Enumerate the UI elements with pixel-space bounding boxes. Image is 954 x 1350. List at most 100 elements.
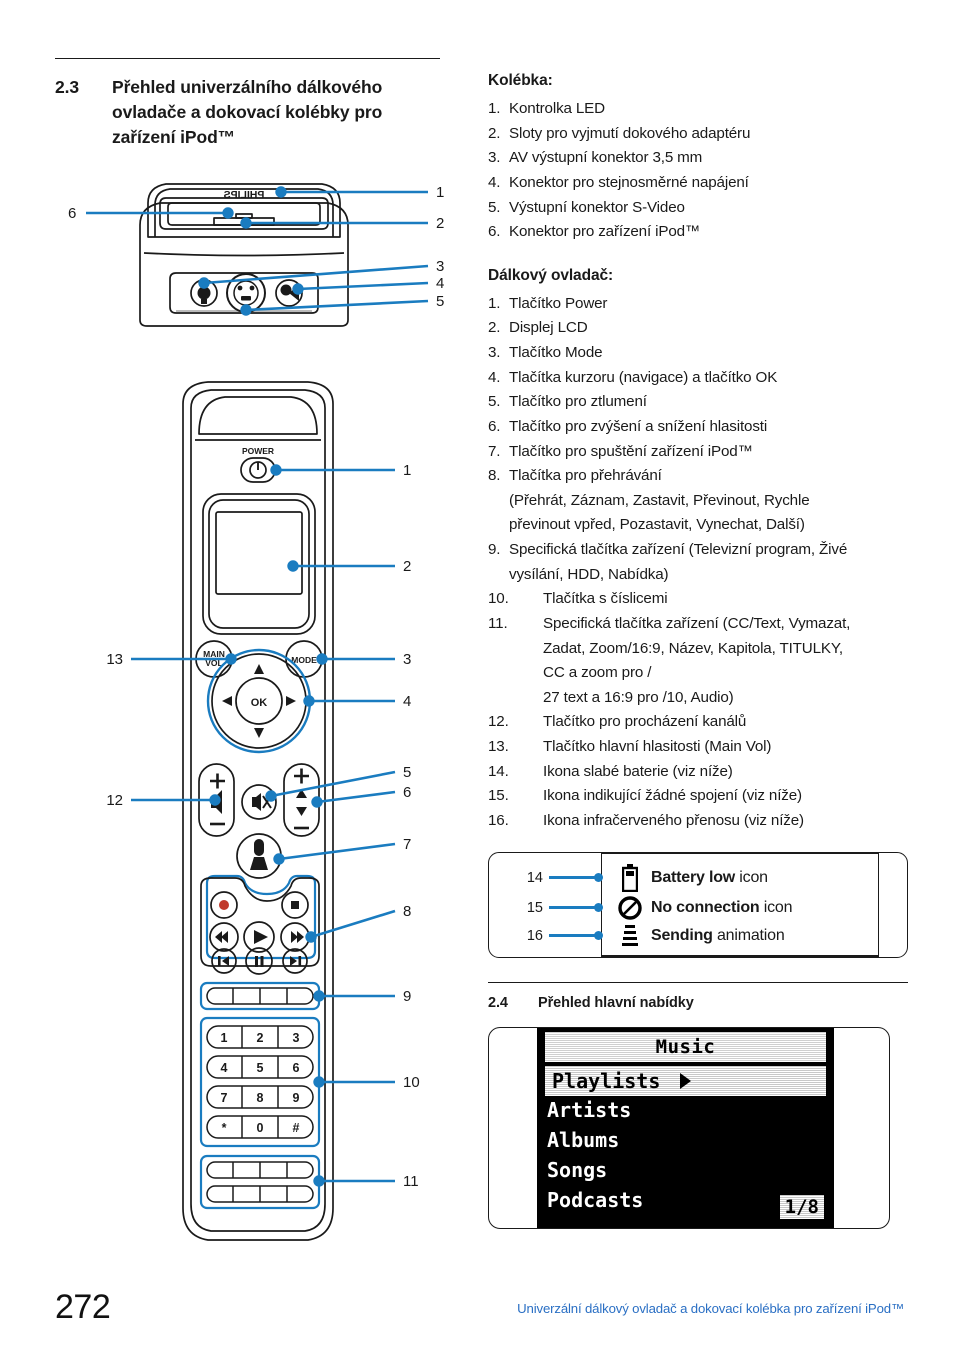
legend-label-rest: animation	[712, 926, 785, 944]
list-item: 11. Specifická tlačítka zařízení (CC/Tex…	[488, 612, 908, 711]
item-text: Sloty pro vyjmutí dokového adaptéru	[509, 124, 751, 142]
item-index: 15.	[488, 787, 509, 805]
key-7[interactable]: 7	[221, 1091, 228, 1105]
item-text: Tlačítko hlavní hlasitosti (Main Vol)	[543, 738, 772, 755]
dock-diagram: PHILIPS 1 2 3 4 5 6	[48, 165, 468, 330]
legend-leader-dot	[594, 903, 603, 912]
ipod-menu-item[interactable]: Songs	[547, 1158, 607, 1182]
remote-callout-10: 10	[403, 1074, 420, 1091]
list-item: 15. Ikona indikující žádné spojení (viz …	[488, 784, 908, 809]
item-index: 4.	[488, 368, 501, 386]
dock-callout-6: 6	[68, 205, 76, 222]
section-2-3-heading: 2.3 Přehled univerzálního dálkového ovla…	[55, 75, 440, 150]
power-label: POWER	[242, 446, 274, 456]
item-index: 10.	[488, 590, 509, 608]
key-8[interactable]: 8	[257, 1091, 264, 1105]
ipod-menu-selected-item[interactable]: Playlists	[545, 1065, 826, 1096]
remote-callout-6: 6	[403, 784, 411, 801]
list-item: 1. Kontrolka LED	[488, 97, 908, 122]
numeric-keypad[interactable]: 1 2 3 4 5 6 7 8 9 * 0 #	[199, 1016, 321, 1148]
key-5[interactable]: 5	[257, 1061, 264, 1075]
item-index: 13.	[488, 738, 509, 755]
no-connection-icon	[609, 895, 651, 921]
section-2-4-number: 2.4	[488, 994, 508, 1011]
ipod-menu-item[interactable]: Podcasts	[547, 1188, 643, 1212]
nav-up-icon	[254, 664, 264, 674]
legend-leader-dot	[594, 873, 603, 882]
sending-icon	[609, 923, 651, 949]
list-item: 3. AV výstupní konektor 3,5 mm	[488, 146, 908, 171]
item-index: 11.	[488, 614, 508, 632]
item-index: 4.	[488, 173, 501, 191]
ipod-menu-item[interactable]: Artists	[547, 1098, 631, 1122]
dock-list: 1. Kontrolka LED 2. Sloty pro vyjmutí do…	[488, 97, 908, 245]
key-1[interactable]: 1	[221, 1031, 228, 1045]
right-column: Kolébka: 1. Kontrolka LED 2. Sloty pro v…	[488, 72, 908, 1229]
power-button[interactable]	[240, 457, 276, 483]
battery-low-icon	[609, 863, 651, 892]
key-3[interactable]: 3	[293, 1031, 300, 1045]
key-4[interactable]: 4	[221, 1061, 228, 1075]
item-text: Ikona infračerveného přenosu (viz níže)	[543, 811, 804, 829]
item-text: Konektor pro zařízení iPod™	[509, 223, 700, 241]
list-item: 1. Tlačítko Power	[488, 292, 908, 317]
key-6[interactable]: 6	[293, 1061, 300, 1075]
list-item: 6. Konektor pro zařízení iPod™	[488, 220, 908, 245]
nav-right-icon	[286, 696, 296, 706]
ok-label: OK	[251, 697, 268, 709]
section-2-4-block: 2.4 Přehled hlavní nabídky	[488, 981, 908, 1011]
list-item: 14. Ikona slabé baterie (viz níže)	[488, 760, 908, 785]
item-text: Konektor pro stejnosměrné napájení	[509, 173, 749, 191]
key-hash[interactable]: #	[293, 1121, 300, 1135]
device-buttons-row-9[interactable]	[199, 981, 321, 1011]
item-subtext-3: 27 text a 16:9 pro /10, Audio)	[543, 688, 734, 706]
playback-buttons[interactable]	[209, 891, 310, 975]
section-2-4-title: Přehled hlavní nabídky	[538, 994, 694, 1011]
icon-legend-box: 14 Battery low icon 15 No connection ico…	[488, 851, 908, 958]
legend-label: Sending animation	[651, 927, 785, 945]
key-0[interactable]: 0	[257, 1121, 264, 1135]
remote-callout-3: 3	[403, 651, 411, 668]
remote-list: 1. Tlačítko Power 2. Displej LCD 3. Tlač…	[488, 292, 908, 588]
key-2[interactable]: 2	[257, 1031, 264, 1045]
item-subtext-2: CC a zoom pro /	[543, 664, 652, 682]
item-index: 2.	[488, 319, 501, 337]
legend-inner-bottom-border	[601, 955, 879, 957]
remote-callout-11: 11	[403, 1173, 419, 1190]
section-2-3-title: Přehled univerzálního dálkového ovladače…	[112, 77, 383, 147]
page-number: 272	[55, 1288, 111, 1326]
item-index: 3.	[488, 149, 501, 167]
item-text: Tlačítka pro přehrávání	[509, 467, 662, 485]
ipod-menu-title: Music	[655, 1035, 716, 1058]
manual-page: 2.3 Přehled univerzálního dálkového ovla…	[0, 0, 954, 1350]
key-star[interactable]: *	[222, 1121, 227, 1135]
item-text-group: Specifická tlačítka zařízení (CC/Text, V…	[543, 612, 908, 711]
navigation-ring[interactable]: OK	[206, 648, 312, 754]
ipod-menu-selected-label: Playlists	[552, 1068, 661, 1093]
list-item: 2. Sloty pro vyjmutí dokového adaptéru	[488, 122, 908, 147]
list-item: 8. Tlačítka pro přehrávání (Přehrát, Záz…	[488, 464, 908, 538]
item-subtext-1: vysílání, HDD, Nabídka)	[509, 565, 669, 583]
device-buttons-row-11[interactable]	[199, 1154, 321, 1210]
nav-down-icon	[254, 728, 264, 738]
mute-button[interactable]	[241, 784, 277, 820]
section-2-3-number: 2.3	[55, 77, 80, 97]
dock-callout-5: 5	[436, 293, 444, 310]
list-item: 13. Tlačítko hlavní hlasitosti (Main Vol…	[488, 735, 908, 760]
item-text: Specifická tlačítka zařízení (Televizní …	[509, 541, 848, 558]
item-text: Specifická tlačítka zařízení (CC/Text, V…	[543, 614, 851, 632]
key-9[interactable]: 9	[293, 1091, 300, 1105]
item-text: Tlačítko pro zvýšení a snížení hlasitost…	[509, 417, 768, 435]
item-index: 6.	[488, 223, 501, 241]
item-text-group: Tlačítka pro přehrávání (Přehrát, Záznam…	[509, 464, 908, 538]
dock-callout-3: 3	[436, 258, 444, 275]
list-item: 12. Tlačítko pro procházení kanálů	[488, 710, 908, 735]
list-item: 7. Tlačítko pro spuštění zařízení iPod™	[488, 440, 908, 465]
item-subtext-2: převinout vpřed, Pozastavit, Vynechat, D…	[509, 516, 805, 534]
legend-label-bold: Sending	[651, 926, 713, 944]
ipod-menu-item[interactable]: Albums	[547, 1128, 619, 1152]
item-text: Tlačítko pro spuštění zařízení iPod™	[509, 442, 753, 460]
item-index: 5.	[488, 393, 501, 411]
philips-logo: PHILIPS	[224, 189, 265, 201]
list-item: 5. Výstupní konektor S-Video	[488, 196, 908, 221]
